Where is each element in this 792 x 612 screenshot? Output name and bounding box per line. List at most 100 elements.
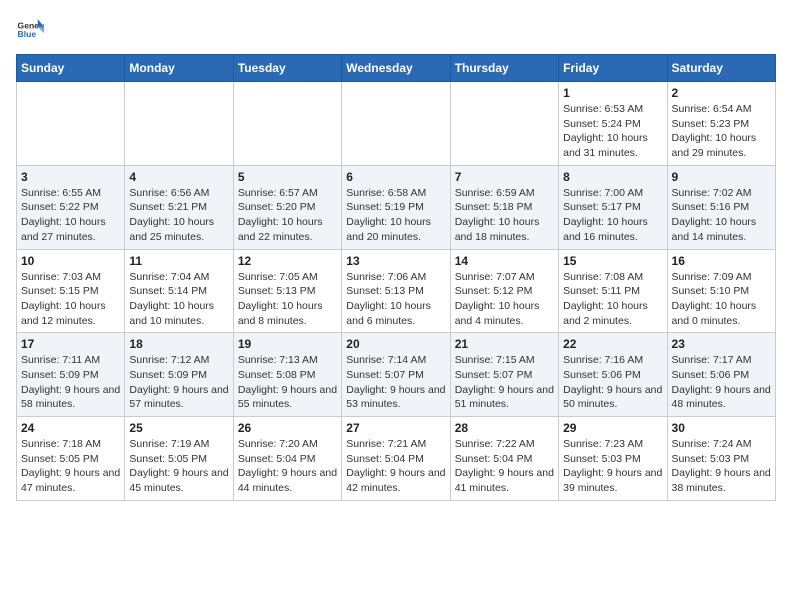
day-number: 23 (672, 337, 771, 351)
page-header: General Blue (16, 16, 776, 44)
day-of-week-header: Thursday (450, 55, 558, 82)
day-number: 3 (21, 170, 120, 184)
day-number: 4 (129, 170, 228, 184)
calendar-cell: 4 Sunrise: 6:56 AM Sunset: 5:21 PM Daylig… (125, 165, 233, 249)
day-number: 18 (129, 337, 228, 351)
calendar-cell: 22 Sunrise: 7:16 AM Sunset: 5:06 PM Dayli… (559, 333, 667, 417)
calendar-cell: 24 Sunrise: 7:18 AM Sunset: 5:05 PM Dayli… (17, 417, 125, 501)
calendar-cell: 27Sunrise: 7:21 AM Sunset: 5:04 PM Dayli… (342, 417, 450, 501)
day-info: Sunrise: 7:09 AM Sunset: 5:10 PM Dayligh… (672, 270, 771, 329)
day-info: Sunrise: 7:05 AM Sunset: 5:13 PM Dayligh… (238, 270, 337, 329)
calendar-cell: 7 Sunrise: 6:59 AM Sunset: 5:18 PM Daylig… (450, 165, 558, 249)
day-info: Sunrise: 6:57 AM Sunset: 5:20 PM Dayligh… (238, 186, 337, 245)
calendar-cell: 16 Sunrise: 7:09 AM Sunset: 5:10 PM Dayli… (667, 249, 775, 333)
day-number: 26 (238, 421, 337, 435)
calendar-cell: 5Sunrise: 6:57 AM Sunset: 5:20 PM Daylig… (233, 165, 341, 249)
calendar-week-row: 1Sunrise: 6:53 AM Sunset: 5:24 PM Daylig… (17, 82, 776, 166)
day-of-week-header: Tuesday (233, 55, 341, 82)
calendar-cell: 9 Sunrise: 7:02 AM Sunset: 5:16 PM Daylig… (667, 165, 775, 249)
day-number: 28 (455, 421, 554, 435)
day-info: Sunrise: 6:54 AM Sunset: 5:23 PM Dayligh… (672, 102, 771, 161)
day-info: Sunrise: 7:04 AM Sunset: 5:14 PM Dayligh… (129, 270, 228, 329)
day-info: Sunrise: 7:20 AM Sunset: 5:04 PM Dayligh… (238, 437, 337, 496)
calendar-header-row: SundayMondayTuesdayWednesdayThursdayFrid… (17, 55, 776, 82)
calendar-cell (125, 82, 233, 166)
calendar-cell: 15 Sunrise: 7:08 AM Sunset: 5:11 PM Dayli… (559, 249, 667, 333)
day-number: 9 (672, 170, 771, 184)
calendar-table: SundayMondayTuesdayWednesdayThursdayFrid… (16, 54, 776, 501)
day-info: Sunrise: 7:08 AM Sunset: 5:11 PM Dayligh… (563, 270, 662, 329)
day-of-week-header: Friday (559, 55, 667, 82)
logo: General Blue (16, 16, 44, 44)
day-info: Sunrise: 7:22 AM Sunset: 5:04 PM Dayligh… (455, 437, 554, 496)
day-info: Sunrise: 7:07 AM Sunset: 5:12 PM Dayligh… (455, 270, 554, 329)
day-number: 21 (455, 337, 554, 351)
day-of-week-header: Saturday (667, 55, 775, 82)
day-info: Sunrise: 6:55 AM Sunset: 5:22 PM Dayligh… (21, 186, 120, 245)
day-number: 15 (563, 254, 662, 268)
calendar-cell: 8 Sunrise: 7:00 AM Sunset: 5:17 PM Daylig… (559, 165, 667, 249)
day-number: 24 (21, 421, 120, 435)
calendar-cell: 20 Sunrise: 7:14 AM Sunset: 5:07 PM Dayli… (342, 333, 450, 417)
day-info: Sunrise: 7:19 AM Sunset: 5:05 PM Dayligh… (129, 437, 228, 496)
day-number: 7 (455, 170, 554, 184)
day-info: Sunrise: 7:00 AM Sunset: 5:17 PM Dayligh… (563, 186, 662, 245)
svg-text:Blue: Blue (18, 29, 37, 39)
day-number: 11 (129, 254, 228, 268)
calendar-cell: 1Sunrise: 6:53 AM Sunset: 5:24 PM Daylig… (559, 82, 667, 166)
calendar-week-row: 3 Sunrise: 6:55 AM Sunset: 5:22 PM Daylig… (17, 165, 776, 249)
calendar-cell: 19Sunrise: 7:13 AM Sunset: 5:08 PM Dayli… (233, 333, 341, 417)
calendar-week-row: 24 Sunrise: 7:18 AM Sunset: 5:05 PM Dayli… (17, 417, 776, 501)
day-number: 6 (346, 170, 445, 184)
day-info: Sunrise: 6:53 AM Sunset: 5:24 PM Dayligh… (563, 102, 662, 161)
day-number: 13 (346, 254, 445, 268)
day-info: Sunrise: 7:12 AM Sunset: 5:09 PM Dayligh… (129, 353, 228, 412)
day-info: Sunrise: 7:24 AM Sunset: 5:03 PM Dayligh… (672, 437, 771, 496)
day-number: 14 (455, 254, 554, 268)
day-number: 2 (672, 86, 771, 100)
calendar-cell: 13 Sunrise: 7:06 AM Sunset: 5:13 PM Dayli… (342, 249, 450, 333)
day-number: 20 (346, 337, 445, 351)
calendar-week-row: 17 Sunrise: 7:11 AM Sunset: 5:09 PM Dayli… (17, 333, 776, 417)
day-number: 10 (21, 254, 120, 268)
day-number: 30 (672, 421, 771, 435)
day-info: Sunrise: 7:06 AM Sunset: 5:13 PM Dayligh… (346, 270, 445, 329)
day-of-week-header: Monday (125, 55, 233, 82)
day-info: Sunrise: 7:15 AM Sunset: 5:07 PM Dayligh… (455, 353, 554, 412)
day-info: Sunrise: 7:18 AM Sunset: 5:05 PM Dayligh… (21, 437, 120, 496)
day-number: 8 (563, 170, 662, 184)
day-info: Sunrise: 7:21 AM Sunset: 5:04 PM Dayligh… (346, 437, 445, 496)
day-info: Sunrise: 7:23 AM Sunset: 5:03 PM Dayligh… (563, 437, 662, 496)
calendar-cell: 17 Sunrise: 7:11 AM Sunset: 5:09 PM Dayli… (17, 333, 125, 417)
calendar-cell: 25 Sunrise: 7:19 AM Sunset: 5:05 PM Dayli… (125, 417, 233, 501)
day-number: 29 (563, 421, 662, 435)
day-number: 25 (129, 421, 228, 435)
day-info: Sunrise: 7:11 AM Sunset: 5:09 PM Dayligh… (21, 353, 120, 412)
logo-icon: General Blue (16, 16, 44, 44)
calendar-cell: 23 Sunrise: 7:17 AM Sunset: 5:06 PM Dayli… (667, 333, 775, 417)
calendar-cell: 29 Sunrise: 7:23 AM Sunset: 5:03 PM Dayli… (559, 417, 667, 501)
calendar-week-row: 10Sunrise: 7:03 AM Sunset: 5:15 PM Dayli… (17, 249, 776, 333)
calendar-cell: 6Sunrise: 6:58 AM Sunset: 5:19 PM Daylig… (342, 165, 450, 249)
calendar-cell: 11 Sunrise: 7:04 AM Sunset: 5:14 PM Dayli… (125, 249, 233, 333)
day-info: Sunrise: 7:17 AM Sunset: 5:06 PM Dayligh… (672, 353, 771, 412)
calendar-cell: 2 Sunrise: 6:54 AM Sunset: 5:23 PM Daylig… (667, 82, 775, 166)
day-info: Sunrise: 7:02 AM Sunset: 5:16 PM Dayligh… (672, 186, 771, 245)
day-info: Sunrise: 6:56 AM Sunset: 5:21 PM Dayligh… (129, 186, 228, 245)
calendar-cell: 3 Sunrise: 6:55 AM Sunset: 5:22 PM Daylig… (17, 165, 125, 249)
calendar-cell (342, 82, 450, 166)
calendar-cell (17, 82, 125, 166)
day-info: Sunrise: 7:16 AM Sunset: 5:06 PM Dayligh… (563, 353, 662, 412)
calendar-cell: 26 Sunrise: 7:20 AM Sunset: 5:04 PM Dayli… (233, 417, 341, 501)
day-of-week-header: Wednesday (342, 55, 450, 82)
day-info: Sunrise: 7:14 AM Sunset: 5:07 PM Dayligh… (346, 353, 445, 412)
calendar-cell: 30 Sunrise: 7:24 AM Sunset: 5:03 PM Dayli… (667, 417, 775, 501)
calendar-cell (450, 82, 558, 166)
calendar-cell: 28 Sunrise: 7:22 AM Sunset: 5:04 PM Dayli… (450, 417, 558, 501)
day-number: 16 (672, 254, 771, 268)
day-number: 22 (563, 337, 662, 351)
calendar-cell: 14 Sunrise: 7:07 AM Sunset: 5:12 PM Dayli… (450, 249, 558, 333)
day-number: 17 (21, 337, 120, 351)
day-info: Sunrise: 6:59 AM Sunset: 5:18 PM Dayligh… (455, 186, 554, 245)
calendar-cell: 21 Sunrise: 7:15 AM Sunset: 5:07 PM Dayli… (450, 333, 558, 417)
